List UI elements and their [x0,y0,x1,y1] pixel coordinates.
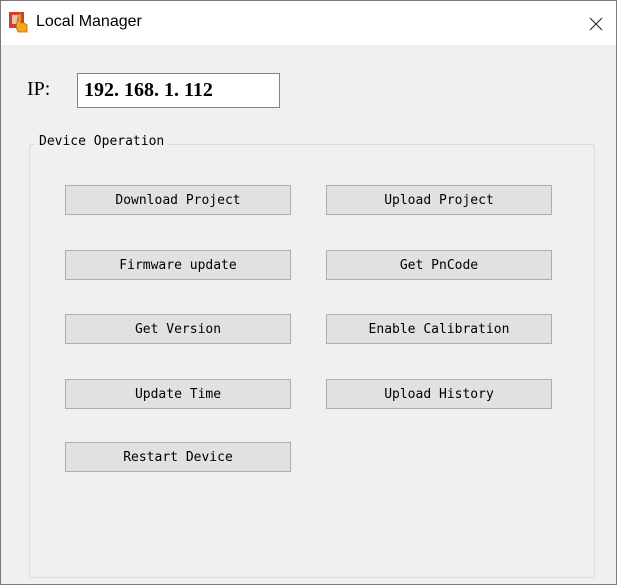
ip-label: IP: [27,78,51,100]
app-hand-icon [9,12,30,33]
close-button[interactable] [577,9,615,39]
get-pncode-button[interactable]: Get PnCode [326,250,552,280]
upload-project-button[interactable]: Upload Project [326,185,552,215]
ip-address-field[interactable]: 192. 168. 1. 112 [77,73,280,108]
firmware-update-button[interactable]: Firmware update [65,250,291,280]
download-project-button[interactable]: Download Project [65,185,291,215]
local-manager-window: Local Manager IP: 192. 168. 1. 112 Devic… [0,0,617,585]
close-icon [589,17,603,31]
get-version-button[interactable]: Get Version [65,314,291,344]
restart-device-button[interactable]: Restart Device [65,442,291,472]
window-title: Local Manager [36,13,142,30]
title-bar: Local Manager [1,1,616,45]
upload-history-button[interactable]: Upload History [326,379,552,409]
enable-calibration-button[interactable]: Enable Calibration [326,314,552,344]
update-time-button[interactable]: Update Time [65,379,291,409]
device-operation-title: Device Operation [35,134,169,149]
